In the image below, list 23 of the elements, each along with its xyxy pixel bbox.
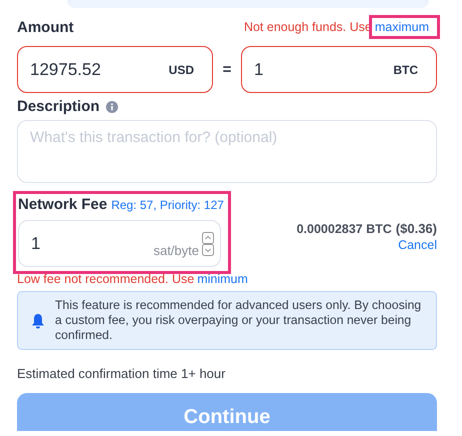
fee-fiat-amount: ($0.36): [396, 221, 437, 236]
description-label: Description: [17, 98, 100, 115]
notice-text: This feature is recommended for advanced users only. By choosing a custom fee, you risk overpaying or your transaction never being confirmed.: [55, 298, 422, 343]
spinner-icon: [202, 232, 214, 256]
confirmation-estimate: Estimated confirmation time 1+ hour: [17, 366, 226, 381]
bell-icon: [31, 312, 45, 328]
description-field[interactable]: What's this transaction for? (optional): [17, 120, 437, 183]
equals-sign: =: [222, 61, 232, 78]
amount-field[interactable]: 1 BTC: [241, 46, 437, 93]
fee-field[interactable]: 1 sat/byte: [18, 220, 221, 267]
amount-label: Amount: [17, 19, 74, 36]
info-icon: [106, 100, 118, 112]
currency-label: BTC: [393, 62, 418, 76]
amount-field[interactable]: 12975.52 USD: [17, 46, 213, 93]
maximum-link[interactable]: maximum: [372, 18, 437, 36]
warning-message: Low fee not recommended. Use: [17, 272, 194, 286]
cancel-link[interactable]: Cancel: [398, 238, 437, 252]
unit-label: sat/byte: [153, 243, 199, 258]
currency-label: USD: [168, 62, 194, 76]
network-fee-label: Network Fee: [18, 196, 108, 213]
minimum-link[interactable]: minimum: [197, 272, 248, 286]
fee-amount: 0.00002837 BTC: [296, 222, 392, 236]
fee-rates: Reg: 57, Priority: 127: [111, 198, 224, 212]
